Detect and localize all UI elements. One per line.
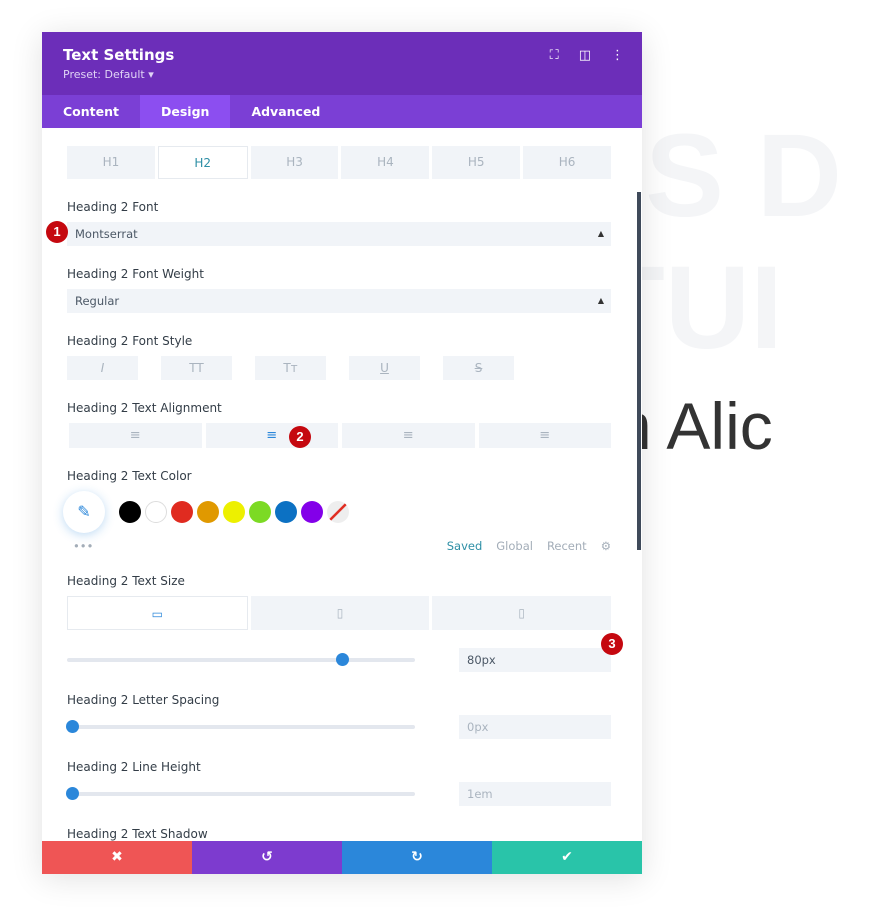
letter-spacing-input[interactable]: 0px bbox=[459, 715, 611, 739]
split-view-icon[interactable]: ◫ bbox=[579, 48, 591, 63]
line-height-slider[interactable] bbox=[66, 787, 415, 800]
size-input[interactable]: 80px bbox=[459, 648, 611, 672]
style-label: Heading 2 Font Style bbox=[67, 334, 193, 348]
text-settings-panel: Text Settings Preset: Default ▾ ⛶ ◫ ⋮ Co… bbox=[42, 32, 642, 874]
panel-header: Text Settings Preset: Default ▾ ⛶ ◫ ⋮ bbox=[42, 32, 642, 95]
line-height-label: Heading 2 Line Height bbox=[67, 760, 201, 774]
phone-icon[interactable]: ▯ bbox=[432, 596, 612, 630]
swatch-none[interactable] bbox=[327, 501, 349, 523]
size-label: Heading 2 Text Size bbox=[67, 574, 185, 588]
eyedropper-icon[interactable]: ✎ bbox=[63, 491, 105, 533]
font-value: Montserrat bbox=[75, 227, 138, 241]
tab-h1[interactable]: H1 bbox=[67, 146, 155, 179]
swatch-white[interactable] bbox=[145, 501, 167, 523]
scrollbar[interactable] bbox=[637, 192, 641, 550]
swatch-purple[interactable] bbox=[301, 501, 323, 523]
font-select[interactable]: Montserrat ▲ bbox=[67, 222, 611, 246]
select-arrows-icon: ▲ bbox=[597, 229, 604, 238]
desktop-icon[interactable]: ▭ bbox=[67, 596, 248, 630]
select-arrows-icon: ▲ bbox=[597, 296, 604, 305]
tab-h4[interactable]: H4 bbox=[341, 146, 430, 179]
weight-label: Heading 2 Font Weight bbox=[67, 267, 204, 281]
color-swatches: ✎ bbox=[63, 491, 611, 533]
tab-h3[interactable]: H3 bbox=[250, 146, 339, 179]
more-icon[interactable]: ⋮ bbox=[611, 48, 624, 63]
font-label: Heading 2 Font bbox=[67, 200, 159, 214]
alignment-label: Heading 2 Text Alignment bbox=[67, 401, 222, 415]
align-center-button[interactable]: ≡ bbox=[205, 423, 338, 448]
step-badge-3: 3 bbox=[601, 633, 623, 655]
align-justify-button[interactable]: ≡ bbox=[478, 423, 611, 448]
line-height-input[interactable]: 1em bbox=[459, 782, 611, 806]
line-height-handle[interactable] bbox=[66, 787, 80, 800]
swatch-black[interactable] bbox=[119, 501, 141, 523]
swatch-orange[interactable] bbox=[197, 501, 219, 523]
strikethrough-button[interactable]: S bbox=[443, 356, 514, 380]
footer-actions: ✖ ↺ ↻ ✔ bbox=[42, 841, 642, 874]
tab-h5[interactable]: H5 bbox=[432, 146, 521, 179]
letter-spacing-handle[interactable] bbox=[66, 720, 80, 733]
align-left-button[interactable]: ≡ bbox=[69, 423, 202, 448]
tab-h2[interactable]: H2 bbox=[157, 146, 248, 179]
focus-icon[interactable]: ⛶ bbox=[550, 48, 559, 63]
size-slider-handle[interactable] bbox=[335, 653, 349, 666]
tab-h6[interactable]: H6 bbox=[523, 146, 611, 179]
global-colors-tab[interactable]: Global bbox=[496, 539, 533, 553]
letter-spacing-label: Heading 2 Letter Spacing bbox=[67, 693, 220, 707]
undo-button[interactable]: ↺ bbox=[192, 841, 342, 874]
swatch-yellow[interactable] bbox=[223, 501, 245, 523]
redo-button[interactable]: ↻ bbox=[342, 841, 492, 874]
cancel-button[interactable]: ✖ bbox=[42, 841, 192, 874]
tab-design[interactable]: Design bbox=[140, 95, 231, 128]
step-badge-2: 2 bbox=[289, 426, 311, 448]
recent-colors-tab[interactable]: Recent bbox=[547, 539, 587, 553]
text-shadow-label: Heading 2 Text Shadow bbox=[67, 827, 208, 841]
align-right-button[interactable]: ≡ bbox=[342, 423, 475, 448]
panel-title: Text Settings bbox=[63, 46, 175, 64]
size-slider[interactable] bbox=[67, 653, 415, 666]
italic-button[interactable]: I bbox=[67, 356, 138, 380]
preset-dropdown[interactable]: Preset: Default ▾ bbox=[63, 68, 621, 81]
color-label: Heading 2 Text Color bbox=[67, 469, 192, 483]
swatch-green[interactable] bbox=[249, 501, 271, 523]
step-badge-1: 1 bbox=[46, 221, 68, 243]
underline-button[interactable]: U bbox=[349, 356, 420, 380]
save-button[interactable]: ✔ bbox=[492, 841, 642, 874]
weight-value: Regular bbox=[75, 294, 120, 308]
capitalize-button[interactable]: Tт bbox=[255, 356, 326, 380]
settings-body: H1 H2 H3 H4 H5 H6 Heading 2 Font Montser… bbox=[42, 128, 642, 841]
saved-colors-tab[interactable]: Saved bbox=[447, 539, 483, 553]
heading-level-tabs: H1 H2 H3 H4 H5 H6 bbox=[67, 146, 611, 179]
tab-advanced[interactable]: Advanced bbox=[230, 95, 341, 128]
tab-bar: Content Design Advanced bbox=[42, 95, 642, 128]
tab-content[interactable]: Content bbox=[42, 95, 140, 128]
swatch-blue[interactable] bbox=[275, 501, 297, 523]
weight-select[interactable]: Regular ▲ bbox=[67, 289, 611, 313]
tablet-icon[interactable]: ▯ bbox=[250, 596, 430, 630]
gear-icon[interactable]: ⚙ bbox=[601, 539, 611, 553]
more-colors-button[interactable]: ••• bbox=[67, 539, 93, 553]
letter-spacing-slider[interactable] bbox=[66, 720, 415, 733]
uppercase-button[interactable]: TT bbox=[161, 356, 232, 380]
swatch-red[interactable] bbox=[171, 501, 193, 523]
